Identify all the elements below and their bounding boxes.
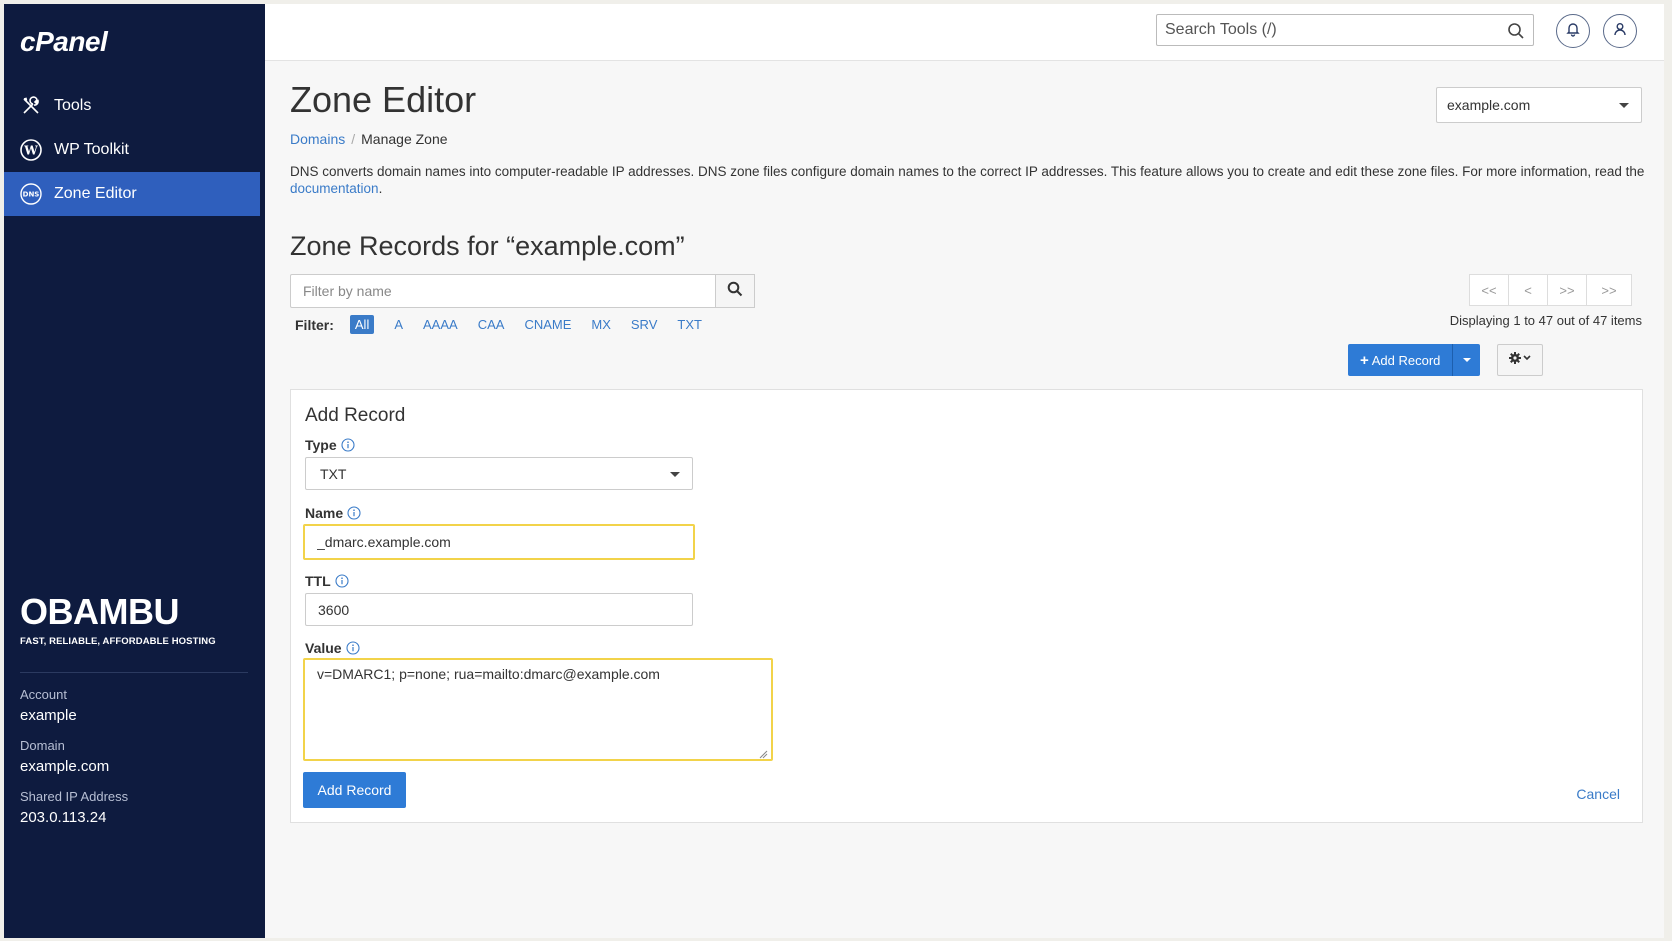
sidebar-item-label: WP Toolkit — [54, 141, 129, 158]
filter-chip-caa[interactable]: CAA — [478, 317, 505, 332]
breadcrumb-current: Manage Zone — [361, 131, 448, 147]
info-icon[interactable] — [346, 641, 360, 655]
filter-label: Filter: — [295, 316, 334, 333]
chevron-down-icon — [670, 472, 680, 477]
account-value: example — [20, 707, 77, 724]
app-frame: cPanel Tools W WP Toolkit DNS Zone Edito… — [4, 4, 1664, 938]
hosting-logo: OBAMBU FAST, RELIABLE, AFFORDABLE HOSTIN… — [20, 591, 216, 648]
chevron-down-icon — [1462, 358, 1471, 362]
gear-icon — [1508, 351, 1532, 370]
plus-icon: + — [1360, 351, 1369, 369]
sidebar-item-wp-toolkit[interactable]: W WP Toolkit — [4, 128, 260, 172]
filter-chip-srv[interactable]: SRV — [631, 317, 658, 332]
wordpress-icon: W — [20, 139, 42, 161]
type-label: Type — [305, 437, 355, 453]
account-info: Account example Domain example.com Share… — [20, 687, 128, 840]
ttl-label-text: TTL — [305, 573, 331, 589]
add-record-submit-button[interactable]: Add Record — [303, 772, 406, 808]
filter-chip-txt[interactable]: TXT — [677, 317, 702, 332]
domain-value: example.com — [20, 758, 110, 775]
name-label: Name — [305, 505, 361, 521]
filter-chip-mx[interactable]: MX — [591, 317, 611, 332]
add-record-label: Add Record — [1371, 352, 1441, 368]
page-title: Zone Editor — [290, 79, 477, 120]
name-label-text: Name — [305, 505, 344, 521]
ttl-label: TTL — [305, 573, 349, 589]
displaying-count: Displaying 1 to 47 out of 47 items — [1449, 313, 1642, 328]
filter-by-name-input[interactable] — [291, 275, 735, 307]
type-select-value: TXT — [320, 466, 347, 482]
filter-search-button[interactable] — [715, 274, 755, 308]
filter-box — [290, 274, 755, 308]
search-icon — [727, 281, 743, 302]
hosting-tagline: FAST, RELIABLE, AFFORDABLE HOSTING — [20, 636, 216, 647]
search-icon[interactable] — [1507, 22, 1525, 40]
filter-chip-all[interactable]: All — [349, 315, 375, 334]
add-record-dropdown-button[interactable] — [1452, 344, 1481, 376]
cpanel-logo[interactable]: cPanel — [20, 26, 108, 58]
sidebar-item-tools[interactable]: Tools — [4, 84, 260, 128]
name-input[interactable] — [303, 524, 695, 560]
settings-button[interactable] — [1497, 344, 1543, 376]
hosting-logo-text: OBAMBU — [20, 591, 179, 632]
top-bar — [265, 4, 1664, 61]
main-content: Zone Editor Domains / Manage Zone example.… — [265, 61, 1664, 938]
cancel-link[interactable]: Cancel — [1576, 786, 1620, 802]
record-type-filter: Filter: All A AAAA CAA CNAME MX SRV TXT — [295, 315, 722, 334]
zone-records-title: Zone Records for “example.com” — [290, 231, 685, 261]
domain-label: Domain — [20, 738, 65, 753]
pager-prev-button[interactable]: < — [1508, 274, 1548, 306]
resize-handle-icon[interactable] — [758, 746, 768, 759]
type-select[interactable]: TXT — [305, 457, 693, 490]
pager-last-button[interactable]: >> — [1586, 274, 1632, 306]
pager-next-button[interactable]: >> — [1547, 274, 1587, 306]
add-record-button[interactable]: + Add Record — [1348, 344, 1453, 376]
type-label-text: Type — [305, 437, 337, 453]
filter-chip-cname[interactable]: CNAME — [524, 317, 571, 332]
domain-select[interactable]: example.com — [1436, 87, 1642, 123]
ttl-input[interactable] — [305, 593, 693, 626]
breadcrumb-separator: / — [351, 131, 356, 147]
value-label-text: Value — [305, 640, 342, 656]
sidebar-item-zone-editor[interactable]: DNS Zone Editor — [4, 172, 260, 216]
breadcrumb-domains-link[interactable]: Domains — [290, 131, 345, 147]
pagination: << < >> >> — [1469, 274, 1632, 306]
svg-text:W: W — [23, 144, 38, 158]
chevron-down-icon — [1619, 103, 1629, 108]
description-end: . — [378, 181, 383, 196]
search-tools-input[interactable] — [1157, 15, 1497, 45]
info-icon[interactable] — [341, 438, 355, 452]
sidebar-nav: Tools W WP Toolkit DNS Zone Editor — [4, 84, 260, 216]
add-record-split-button: + Add Record — [1348, 344, 1481, 376]
ip-value: 203.0.113.24 — [20, 809, 107, 826]
notifications-button[interactable] — [1556, 14, 1590, 48]
pager-first-button[interactable]: << — [1469, 274, 1509, 306]
tools-icon — [20, 95, 42, 117]
info-icon[interactable] — [347, 506, 361, 520]
dns-icon: DNS — [20, 183, 42, 205]
svg-text:DNS: DNS — [23, 191, 40, 199]
value-label: Value — [305, 640, 360, 656]
user-icon — [1612, 21, 1628, 42]
search-tools-box — [1156, 14, 1534, 46]
info-icon[interactable] — [335, 574, 349, 588]
sidebar-divider — [20, 672, 248, 673]
account-label: Account — [20, 687, 67, 702]
filter-chip-aaaa[interactable]: AAAA — [423, 317, 458, 332]
description-text: DNS converts domain names into computer-… — [290, 164, 1645, 179]
filter-chip-a[interactable]: A — [394, 317, 403, 332]
add-record-panel: Add Record Type TXT Name TTL — [290, 389, 1643, 823]
sidebar-item-label: Tools — [54, 97, 92, 114]
breadcrumb: Domains / Manage Zone — [290, 131, 448, 147]
documentation-link[interactable]: documentation — [290, 181, 379, 196]
description: DNS converts domain names into computer-… — [290, 163, 1650, 197]
domain-select-value: example.com — [1447, 97, 1531, 113]
sidebar-item-label: Zone Editor — [54, 185, 137, 202]
ip-label: Shared IP Address — [20, 789, 129, 804]
bell-icon — [1565, 21, 1581, 42]
sidebar: cPanel Tools W WP Toolkit DNS Zone Edito… — [4, 4, 265, 938]
value-textarea[interactable]: v=DMARC1; p=none; rua=mailto:dmarc@examp… — [303, 658, 773, 761]
user-menu-button[interactable] — [1603, 14, 1637, 48]
add-record-title: Add Record — [305, 405, 406, 426]
